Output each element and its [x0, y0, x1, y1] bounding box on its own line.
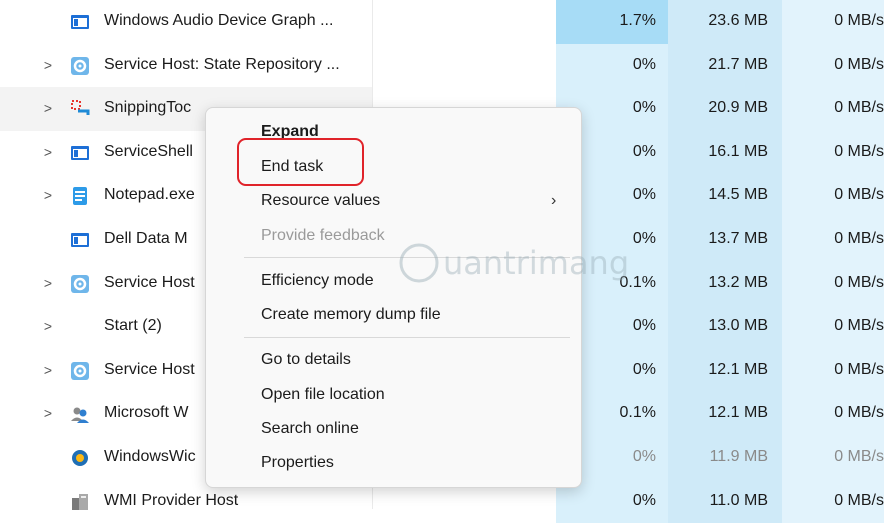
disk-value: 0 MB/s — [782, 261, 884, 306]
users-icon — [70, 404, 90, 424]
memory-value: 13.2 MB — [668, 261, 782, 306]
expand-chevron-icon[interactable]: > — [40, 362, 56, 378]
disk-value: 0 MB/s — [782, 217, 884, 262]
disk-value: 0 MB/s — [782, 392, 884, 436]
process-name: ServiceShell — [104, 142, 193, 160]
process-name: Service Host — [104, 360, 195, 378]
memory-value: 23.6 MB — [668, 0, 782, 44]
cpu-value: 0% — [556, 43, 668, 88]
expand-chevron-icon[interactable] — [40, 13, 56, 29]
expand-chevron-icon[interactable] — [40, 231, 56, 247]
disk-value: 0 MB/s — [782, 479, 884, 523]
memory-value: 21.7 MB — [668, 43, 782, 88]
app-window-icon — [70, 143, 90, 163]
cpu-value: 1.7% — [556, 0, 668, 44]
expand-chevron-icon[interactable]: > — [40, 275, 56, 291]
gear-service-icon — [70, 274, 90, 294]
menu-item-create-dump[interactable]: Create memory dump file — [261, 306, 441, 324]
expand-chevron-icon[interactable]: > — [40, 144, 56, 160]
disk-value: 0 MB/s — [782, 348, 884, 393]
process-name: Service Host — [104, 273, 195, 291]
process-name: WMI Provider Host — [104, 491, 239, 509]
memory-value: 11.9 MB — [668, 435, 782, 480]
expand-chevron-icon[interactable]: > — [40, 100, 56, 116]
watermark-logo: uantrimang — [397, 238, 637, 288]
menu-item-search-online[interactable]: Search online — [261, 420, 359, 438]
memory-value: 14.5 MB — [668, 174, 782, 218]
disk-value: 0 MB/s — [782, 174, 884, 218]
process-name: Service Host: State Repository ... — [104, 55, 340, 73]
process-name: Windows Audio Device Graph ... — [104, 12, 334, 29]
disk-value: 0 MB/s — [782, 130, 884, 175]
process-name: SnippingToc — [104, 99, 192, 117]
memory-value: 12.1 MB — [668, 392, 782, 436]
table-row[interactable]: Windows Audio Device Graph ... 1.7% 23.6 M… — [0, 0, 884, 44]
disk-value: 0 MB/s — [782, 87, 884, 131]
process-name: Microsoft W — [104, 404, 189, 422]
disk-value: 0 MB/s — [782, 0, 884, 44]
expand-chevron-icon[interactable] — [40, 493, 56, 509]
menu-divider — [244, 337, 570, 338]
chevron-right-icon: › — [551, 192, 557, 209]
memory-value: 16.1 MB — [668, 130, 782, 175]
svg-text:uantrimang: uantrimang — [443, 244, 629, 282]
expand-chevron-icon[interactable]: > — [40, 405, 56, 421]
table-row[interactable]: > Service Host: State Repository ... 0% 21.… — [0, 43, 884, 88]
expand-chevron-icon[interactable]: > — [40, 187, 56, 203]
expand-chevron-icon[interactable]: > — [40, 318, 56, 334]
expand-chevron-icon[interactable]: > — [40, 57, 56, 73]
disk-value: 0 MB/s — [782, 305, 884, 349]
process-name: Start (2) — [104, 317, 162, 335]
menu-item-provide-feedback: Provide feedback — [261, 227, 385, 244]
widgets-icon — [70, 448, 90, 468]
memory-value: 13.0 MB — [668, 305, 782, 349]
process-name: Dell Data M — [104, 229, 188, 247]
app-window-icon — [70, 230, 90, 250]
memory-value: 11.0 MB — [668, 479, 782, 523]
end-task-highlight — [237, 138, 364, 186]
process-name: WindowsWic — [104, 447, 196, 465]
menu-item-open-file-location[interactable]: Open file location — [261, 386, 385, 404]
menu-item-properties[interactable]: Properties — [261, 454, 334, 472]
memory-value: 20.9 MB — [668, 87, 782, 131]
menu-item-efficiency-mode[interactable]: Efficiency mode — [261, 272, 374, 290]
disk-value: 0 MB/s — [782, 435, 884, 480]
gear-service-icon — [70, 361, 90, 381]
memory-value: 12.1 MB — [668, 348, 782, 393]
expand-chevron-icon[interactable] — [40, 449, 56, 465]
menu-item-resource-values[interactable]: Resource values — [261, 192, 380, 210]
process-name: Notepad.exe — [104, 186, 195, 204]
gear-service-icon — [70, 56, 90, 76]
menu-item-go-to-details[interactable]: Go to details — [261, 351, 351, 369]
snipping-tool-icon — [70, 99, 90, 119]
disk-value: 0 MB/s — [782, 43, 884, 88]
notepad-icon — [70, 186, 90, 206]
app-window-icon — [70, 12, 90, 32]
memory-value: 13.7 MB — [668, 217, 782, 262]
